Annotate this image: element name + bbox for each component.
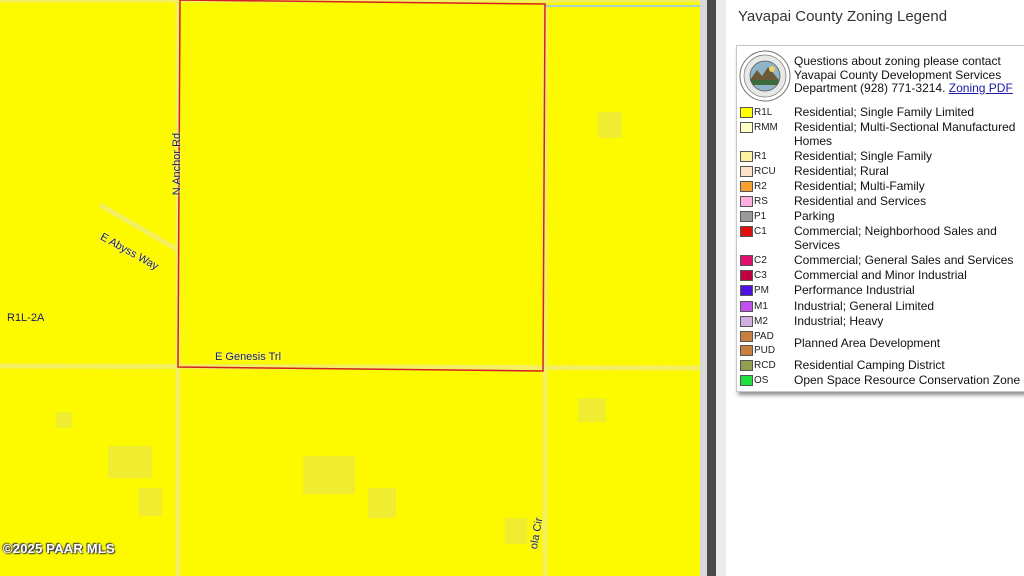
legend-swatch xyxy=(740,301,753,312)
legend-description: Commercial; Neighborhood Sales and Servi… xyxy=(794,224,997,252)
divider-handle[interactable] xyxy=(707,0,716,576)
building xyxy=(303,456,355,494)
legend-description: Commercial and Minor Industrial xyxy=(794,268,967,282)
building-footprints xyxy=(56,112,622,544)
building xyxy=(138,488,162,516)
divider-edge xyxy=(716,0,726,576)
legend-box: Questions about zoning please contact Ya… xyxy=(736,45,1024,392)
legend-description: Industrial; General Limited xyxy=(794,299,935,313)
zoning-pdf-link[interactable]: Zoning PDF xyxy=(949,81,1013,95)
legend-title: Yavapai County Zoning Legend xyxy=(738,8,948,25)
zoning-map[interactable]: N Anchor Rd E Abyss Way E Genesis Trl ol… xyxy=(0,0,700,576)
legend-code: P1 xyxy=(754,211,767,222)
building xyxy=(505,518,527,544)
legend-code: PUD xyxy=(754,345,776,356)
legend-swatch xyxy=(740,122,753,133)
legend-swatch xyxy=(740,196,753,207)
legend-code: R2 xyxy=(754,181,767,192)
legend-swatch xyxy=(740,211,753,222)
legend-code: R1 xyxy=(754,151,767,162)
road-label-anchor: N Anchor Rd xyxy=(171,132,184,196)
legend-code: R1L xyxy=(754,107,773,118)
panel-divider[interactable] xyxy=(700,0,726,576)
legend-description: Residential; Rural xyxy=(794,164,889,178)
copyright-watermark: ©2025 PAAR MLS xyxy=(3,541,115,556)
legend-swatch xyxy=(740,255,753,266)
building xyxy=(598,112,622,138)
legend-code: RCU xyxy=(754,166,776,177)
legend-swatch xyxy=(740,360,753,371)
legend-code: M2 xyxy=(754,316,768,327)
legend-description: Residential; Multi-Family xyxy=(794,179,925,193)
legend-description: Performance Industrial xyxy=(794,283,915,297)
zoning-contact-text: Questions about zoning please contact Ya… xyxy=(794,54,1024,96)
legend-description: Commercial; General Sales and Services xyxy=(794,253,1014,267)
parcel-outline[interactable] xyxy=(177,0,546,372)
county-seal-icon xyxy=(739,50,791,102)
legend-swatch xyxy=(740,375,753,386)
legend-code: C2 xyxy=(754,255,767,266)
legend-swatch xyxy=(740,270,753,281)
legend-code: RS xyxy=(754,196,768,207)
legend-code: RCD xyxy=(754,360,776,371)
legend-description: Parking xyxy=(794,209,835,223)
legend-code: C3 xyxy=(754,270,767,281)
legend-swatch xyxy=(740,345,753,356)
legend-code: PM xyxy=(754,285,769,296)
legend-description: Residential Camping District xyxy=(794,358,945,372)
legend-description: Open Space Resource Conservation Zone xyxy=(794,373,1021,387)
building xyxy=(368,488,396,518)
legend-description: Residential and Services xyxy=(794,194,927,208)
building xyxy=(578,398,606,422)
legend-panel: Yavapai County Zoning Legend Questions a… xyxy=(726,0,1024,576)
building xyxy=(56,412,72,428)
legend-description: Residential; Single Family Limited xyxy=(794,105,975,119)
legend-code: C1 xyxy=(754,226,767,237)
legend-description: Industrial; Heavy xyxy=(794,314,884,328)
zone-label: R1L-2A xyxy=(7,312,45,324)
legend-swatch xyxy=(740,107,753,118)
legend-swatch xyxy=(740,226,753,237)
map-roads xyxy=(0,0,700,576)
legend-swatch xyxy=(740,316,753,327)
legend-description: Residential; Single Family xyxy=(794,149,933,163)
legend-swatch xyxy=(740,331,753,342)
building xyxy=(108,446,152,478)
road-label-genesis: E Genesis Trl xyxy=(215,351,282,363)
legend-description: Residential; Multi-Sectional Manufacture… xyxy=(794,120,1016,148)
legend-swatch xyxy=(740,285,753,296)
legend-swatch xyxy=(740,151,753,162)
legend-description: Planned Area Development xyxy=(794,336,941,350)
legend-code: OS xyxy=(754,375,769,386)
legend-code: RMM xyxy=(754,122,778,133)
legend-code: M1 xyxy=(754,301,768,312)
legend-swatch xyxy=(740,166,753,177)
legend-code: PAD xyxy=(754,331,774,342)
legend-swatch xyxy=(740,181,753,192)
road-e-genesis xyxy=(0,363,700,371)
